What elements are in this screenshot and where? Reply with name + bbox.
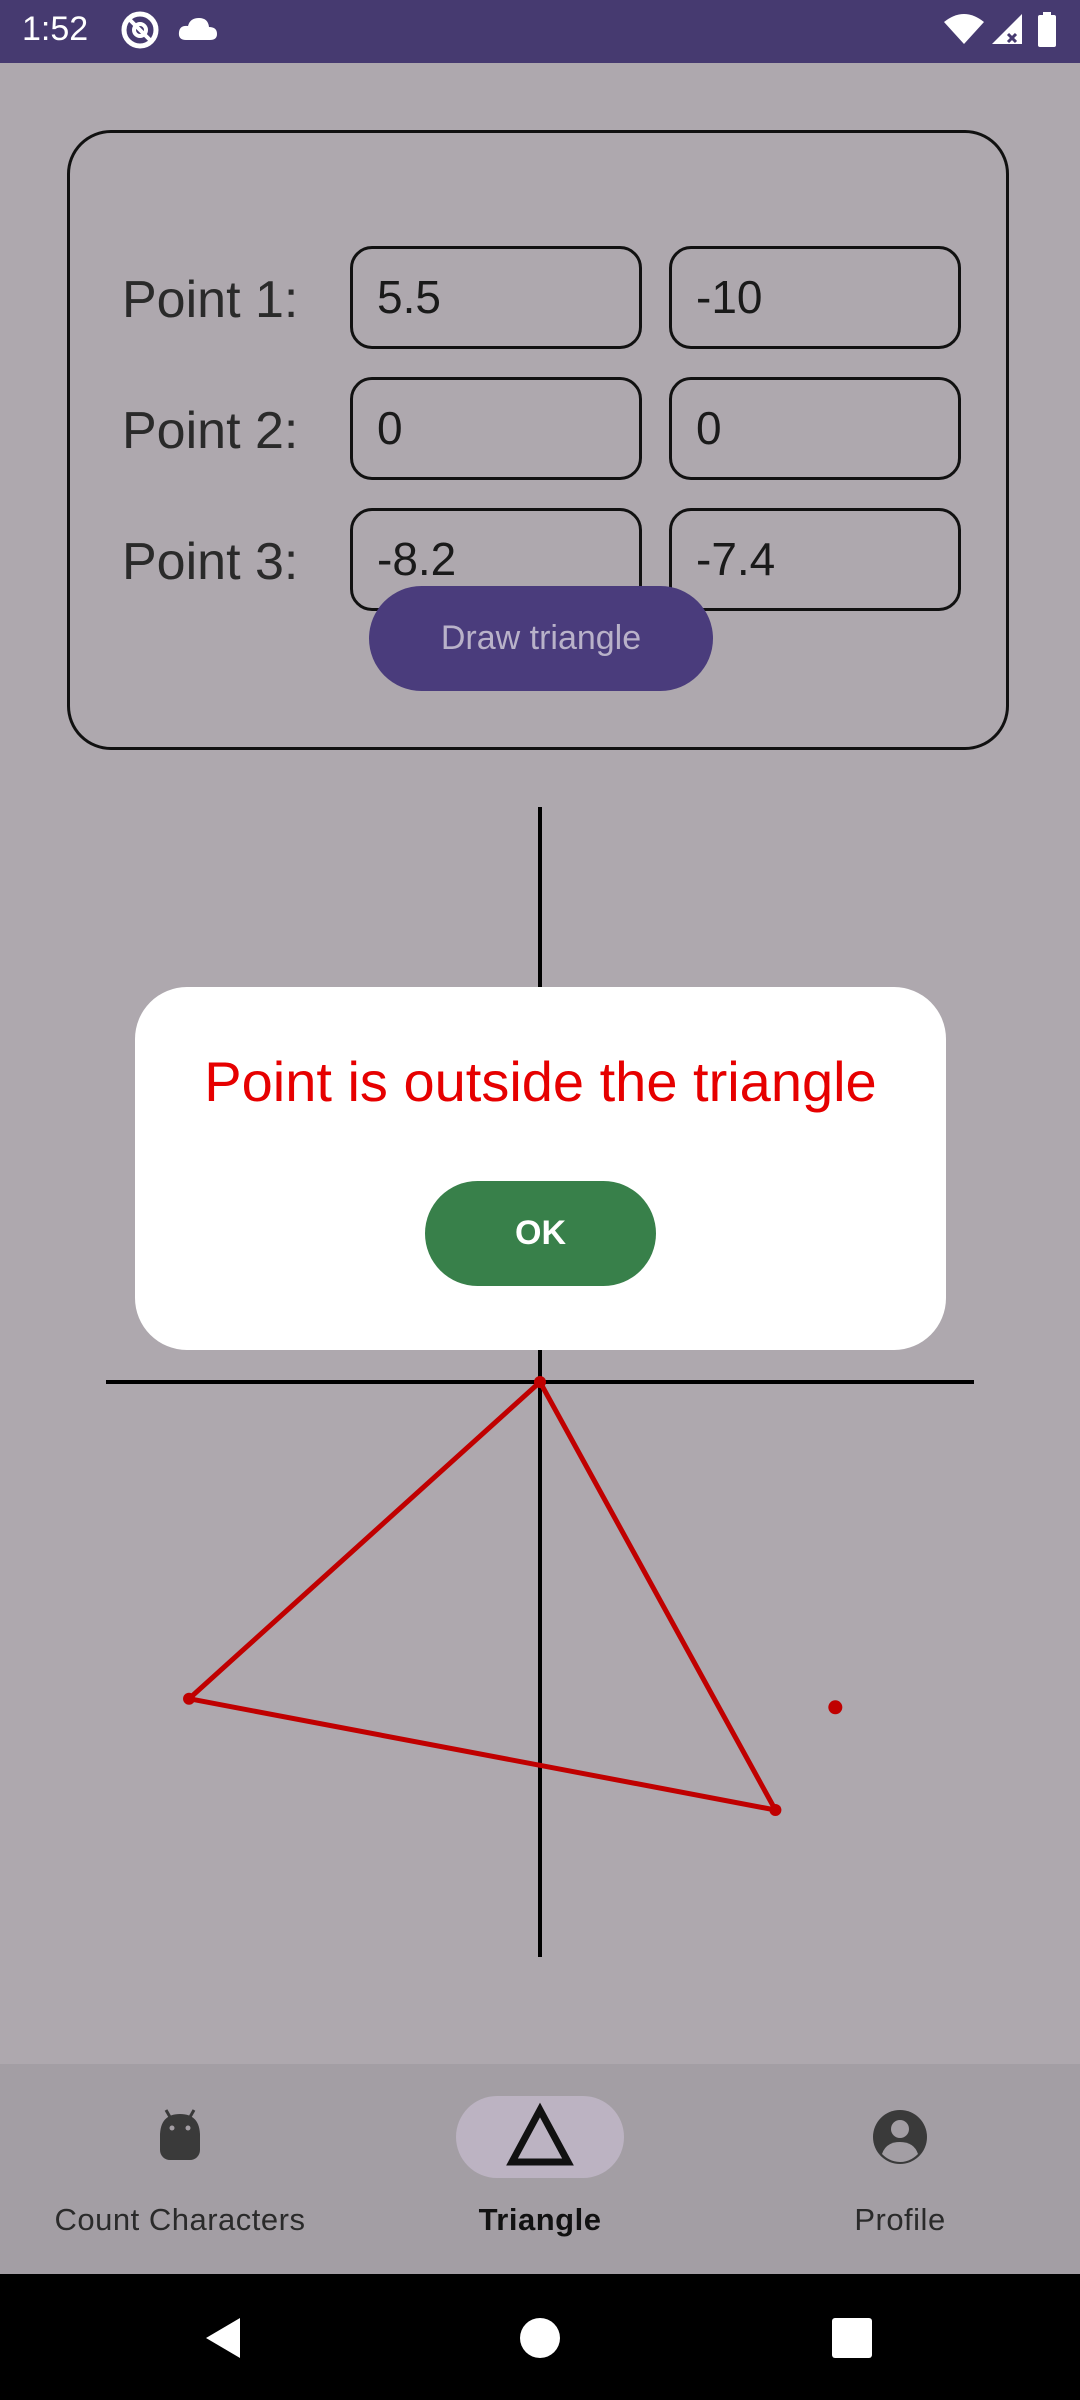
nav-icon-container	[816, 2096, 984, 2178]
back-icon[interactable]	[200, 2314, 248, 2362]
triangle-icon	[506, 2102, 574, 2166]
result-dialog: Point is outside the triangle OK	[135, 987, 946, 1350]
android-icon	[160, 2109, 200, 2160]
nav-label: Count Characters	[54, 2202, 306, 2237]
wifi-icon	[944, 14, 984, 44]
dialog-message: Point is outside the triangle	[204, 1050, 877, 1113]
triangle-vertex	[534, 1376, 546, 1388]
home-icon[interactable]	[516, 2314, 564, 2362]
recents-icon[interactable]	[828, 2314, 876, 2362]
status-bar: 1:52	[0, 0, 1080, 63]
nav-label: Triangle	[478, 2202, 602, 2237]
ok-button[interactable]: OK	[425, 1181, 656, 1286]
triangle-vertex	[183, 1692, 196, 1705]
nav-item-triangle[interactable]: Triangle	[360, 2064, 720, 2274]
account-circle-icon	[873, 2110, 927, 2164]
status-time: 1:52	[22, 10, 89, 48]
nav-icon-container	[456, 2096, 624, 2178]
bottom-navigation: Count Characters Triangle Profile	[0, 2064, 1080, 2274]
nav-icon-container	[96, 2096, 264, 2178]
signal-icon	[992, 14, 1022, 44]
triangle-vertex	[769, 1804, 782, 1816]
system-navigation-bar	[0, 2274, 1080, 2400]
test-point	[828, 1700, 843, 1715]
battery-icon	[1038, 12, 1056, 47]
cloud-icon	[178, 18, 217, 40]
nav-item-profile[interactable]: Profile	[720, 2064, 1080, 2274]
triangle-shape	[186, 1379, 778, 1813]
nav-label: Profile	[854, 2202, 946, 2237]
at-sign-icon	[121, 11, 159, 49]
nav-item-count-characters[interactable]: Count Characters	[0, 2064, 360, 2274]
